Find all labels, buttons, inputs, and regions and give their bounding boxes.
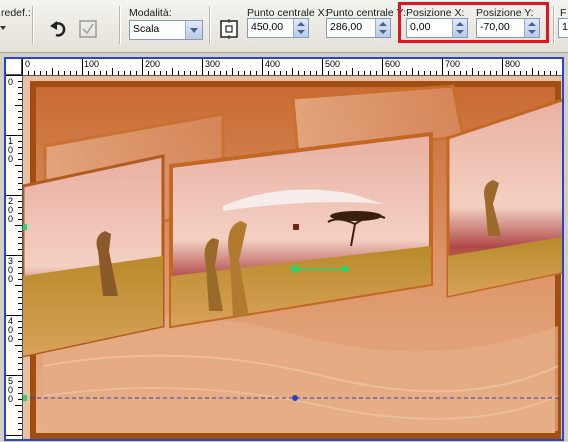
chevron-down-icon[interactable] <box>185 21 202 39</box>
ruler-label: 800 <box>505 59 521 69</box>
preset-label: redef.: <box>1 7 31 19</box>
horizontal-ruler: 0 100 200 300 400 500 600 700 800 <box>22 59 562 76</box>
image-window: 0 100 200 300 400 500 600 700 800 0 100 … <box>4 57 564 441</box>
center-x-field[interactable]: 450,00 <box>247 18 309 38</box>
center-y-value: 286,00 <box>330 21 363 33</box>
mode-label: Modalità: <box>129 7 172 19</box>
toolbar-separator <box>119 6 121 44</box>
giraffe-collage-image <box>23 76 562 439</box>
bottom-center-handle[interactable] <box>291 394 299 402</box>
ruler-label: 500 <box>8 376 14 404</box>
ruler-label: 200 <box>145 59 161 69</box>
tool-options-toolbar: redef.: Modalità: Scala Punto centrale X… <box>0 0 568 53</box>
toolbar-separator <box>209 6 211 44</box>
pivot-handle[interactable] <box>293 266 300 273</box>
ruler-label: 400 <box>8 316 14 344</box>
mode-value: Scala <box>133 23 160 35</box>
center-y-stepper[interactable] <box>375 19 390 37</box>
rotation-handle[interactable] <box>341 265 349 273</box>
vertical-ruler: 0 100 200 300 400 500 <box>6 75 23 439</box>
center-point-icon[interactable] <box>218 18 240 40</box>
center-y-field[interactable]: 286,00 <box>326 18 391 38</box>
next-field[interactable]: 1 <box>558 18 568 38</box>
horizontal-ruler-ticks <box>22 59 557 75</box>
preset-dropdown-icon[interactable] <box>0 24 8 32</box>
next-field-value: 1 <box>562 21 568 33</box>
workspace: 0 100 200 300 400 500 600 700 800 0 100 … <box>0 53 568 442</box>
ruler-label: 600 <box>385 59 401 69</box>
ruler-label: 500 <box>325 59 341 69</box>
mode-select[interactable]: Scala <box>129 20 203 40</box>
center-x-value: 450,00 <box>251 21 284 33</box>
center-x-stepper[interactable] <box>293 19 308 37</box>
ruler-label: 700 <box>445 59 461 69</box>
ruler-label: 300 <box>8 256 14 284</box>
ruler-label: 300 <box>205 59 221 69</box>
reset-icon[interactable] <box>48 18 70 40</box>
toolbar-separator <box>553 6 555 44</box>
ruler-label: 100 <box>84 59 100 69</box>
ruler-label: 0 <box>25 59 31 69</box>
ruler-label: 0 <box>8 77 14 87</box>
position-fields-highlight <box>398 2 549 43</box>
ruler-label: 100 <box>8 136 14 164</box>
image-canvas[interactable] <box>23 76 562 439</box>
ruler-corner <box>6 59 22 75</box>
ruler-label: 400 <box>265 59 281 69</box>
toolbar-separator <box>32 6 34 44</box>
ruler-label: 200 <box>8 196 14 224</box>
apply-icon[interactable] <box>77 18 99 40</box>
